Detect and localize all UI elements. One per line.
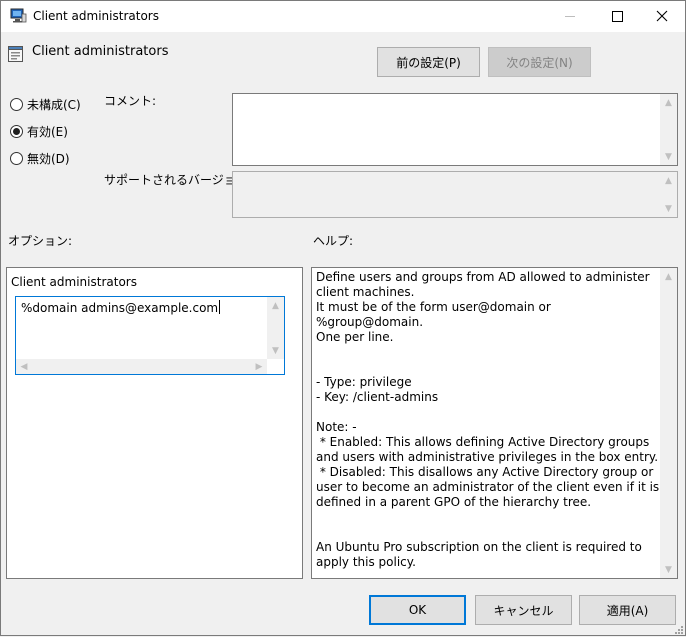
comment-scrollbar[interactable]: ▲ ▼	[660, 94, 677, 165]
option-value: %domain admins@example.com	[21, 301, 219, 315]
help-label: ヘルプ:	[313, 234, 354, 248]
radio-label: 無効(D)	[27, 151, 70, 166]
close-button[interactable]	[639, 1, 685, 32]
radio-disabled[interactable]: 無効(D)	[10, 150, 70, 166]
radio-enabled[interactable]: 有効(E)	[10, 123, 68, 139]
option-hscrollbar[interactable]: ◀ ▶	[16, 359, 267, 374]
scroll-down-icon[interactable]: ▼	[660, 200, 677, 217]
policy-dialog: Client administrators Client administrat…	[0, 0, 686, 636]
help-panel: Define users and groups from AD allowed …	[311, 267, 678, 579]
help-scrollbar[interactable]: ▲ ▼	[660, 268, 677, 578]
resize-grip-icon[interactable]	[673, 623, 683, 634]
option-vscrollbar[interactable]: ▲ ▼	[267, 297, 284, 359]
text-caret	[219, 300, 221, 314]
cancel-button[interactable]: キャンセル	[475, 595, 572, 625]
radio-not-configured[interactable]: 未構成(C)	[10, 96, 81, 112]
scroll-up-icon[interactable]: ▲	[660, 172, 677, 189]
supported-on-label: サポートされるバージョン:	[104, 173, 252, 187]
computer-icon	[10, 8, 27, 23]
ok-button[interactable]: OK	[369, 595, 466, 625]
minimize-button[interactable]	[547, 1, 593, 32]
radio-label: 有効(E)	[27, 124, 68, 139]
client-administrators-input[interactable]: %domain admins@example.com ▲ ▼ ◀ ▶	[15, 296, 285, 375]
supported-scrollbar[interactable]: ▲ ▼	[660, 172, 677, 217]
window-title: Client administrators	[33, 9, 159, 23]
scroll-down-icon[interactable]: ▼	[660, 148, 677, 165]
comment-label: コメント:	[104, 94, 157, 108]
scroll-down-icon[interactable]: ▼	[267, 342, 284, 359]
scroll-down-icon[interactable]: ▼	[660, 561, 677, 578]
options-label: オプション:	[8, 234, 73, 248]
options-panel: Client administrators %domain admins@exa…	[6, 267, 303, 579]
apply-button[interactable]: 適用(A)	[579, 595, 676, 625]
scroll-right-icon[interactable]: ▶	[251, 359, 267, 374]
radio-indicator[interactable]	[10, 124, 23, 138]
previous-setting-button[interactable]: 前の設定(P)	[377, 47, 480, 77]
maximize-button[interactable]	[594, 1, 640, 32]
scroll-up-icon[interactable]: ▲	[660, 94, 677, 111]
radio-indicator[interactable]	[10, 97, 23, 111]
radio-indicator[interactable]	[10, 151, 23, 165]
option-title: Client administrators	[11, 275, 137, 289]
radio-label: 未構成(C)	[27, 97, 81, 112]
title-bar[interactable]: Client administrators	[1, 1, 685, 32]
help-text: Define users and groups from AD allowed …	[316, 270, 660, 569]
next-setting-button[interactable]: 次の設定(N)	[488, 47, 591, 77]
scroll-left-icon[interactable]: ◀	[16, 359, 32, 374]
scroll-up-icon[interactable]: ▲	[267, 297, 284, 314]
comment-textbox[interactable]: ▲ ▼	[232, 93, 678, 166]
policy-name: Client administrators	[32, 44, 169, 59]
policy-settings-icon	[8, 46, 23, 62]
scroll-up-icon[interactable]: ▲	[660, 268, 677, 285]
supported-on-textbox: ▲ ▼	[232, 171, 678, 218]
